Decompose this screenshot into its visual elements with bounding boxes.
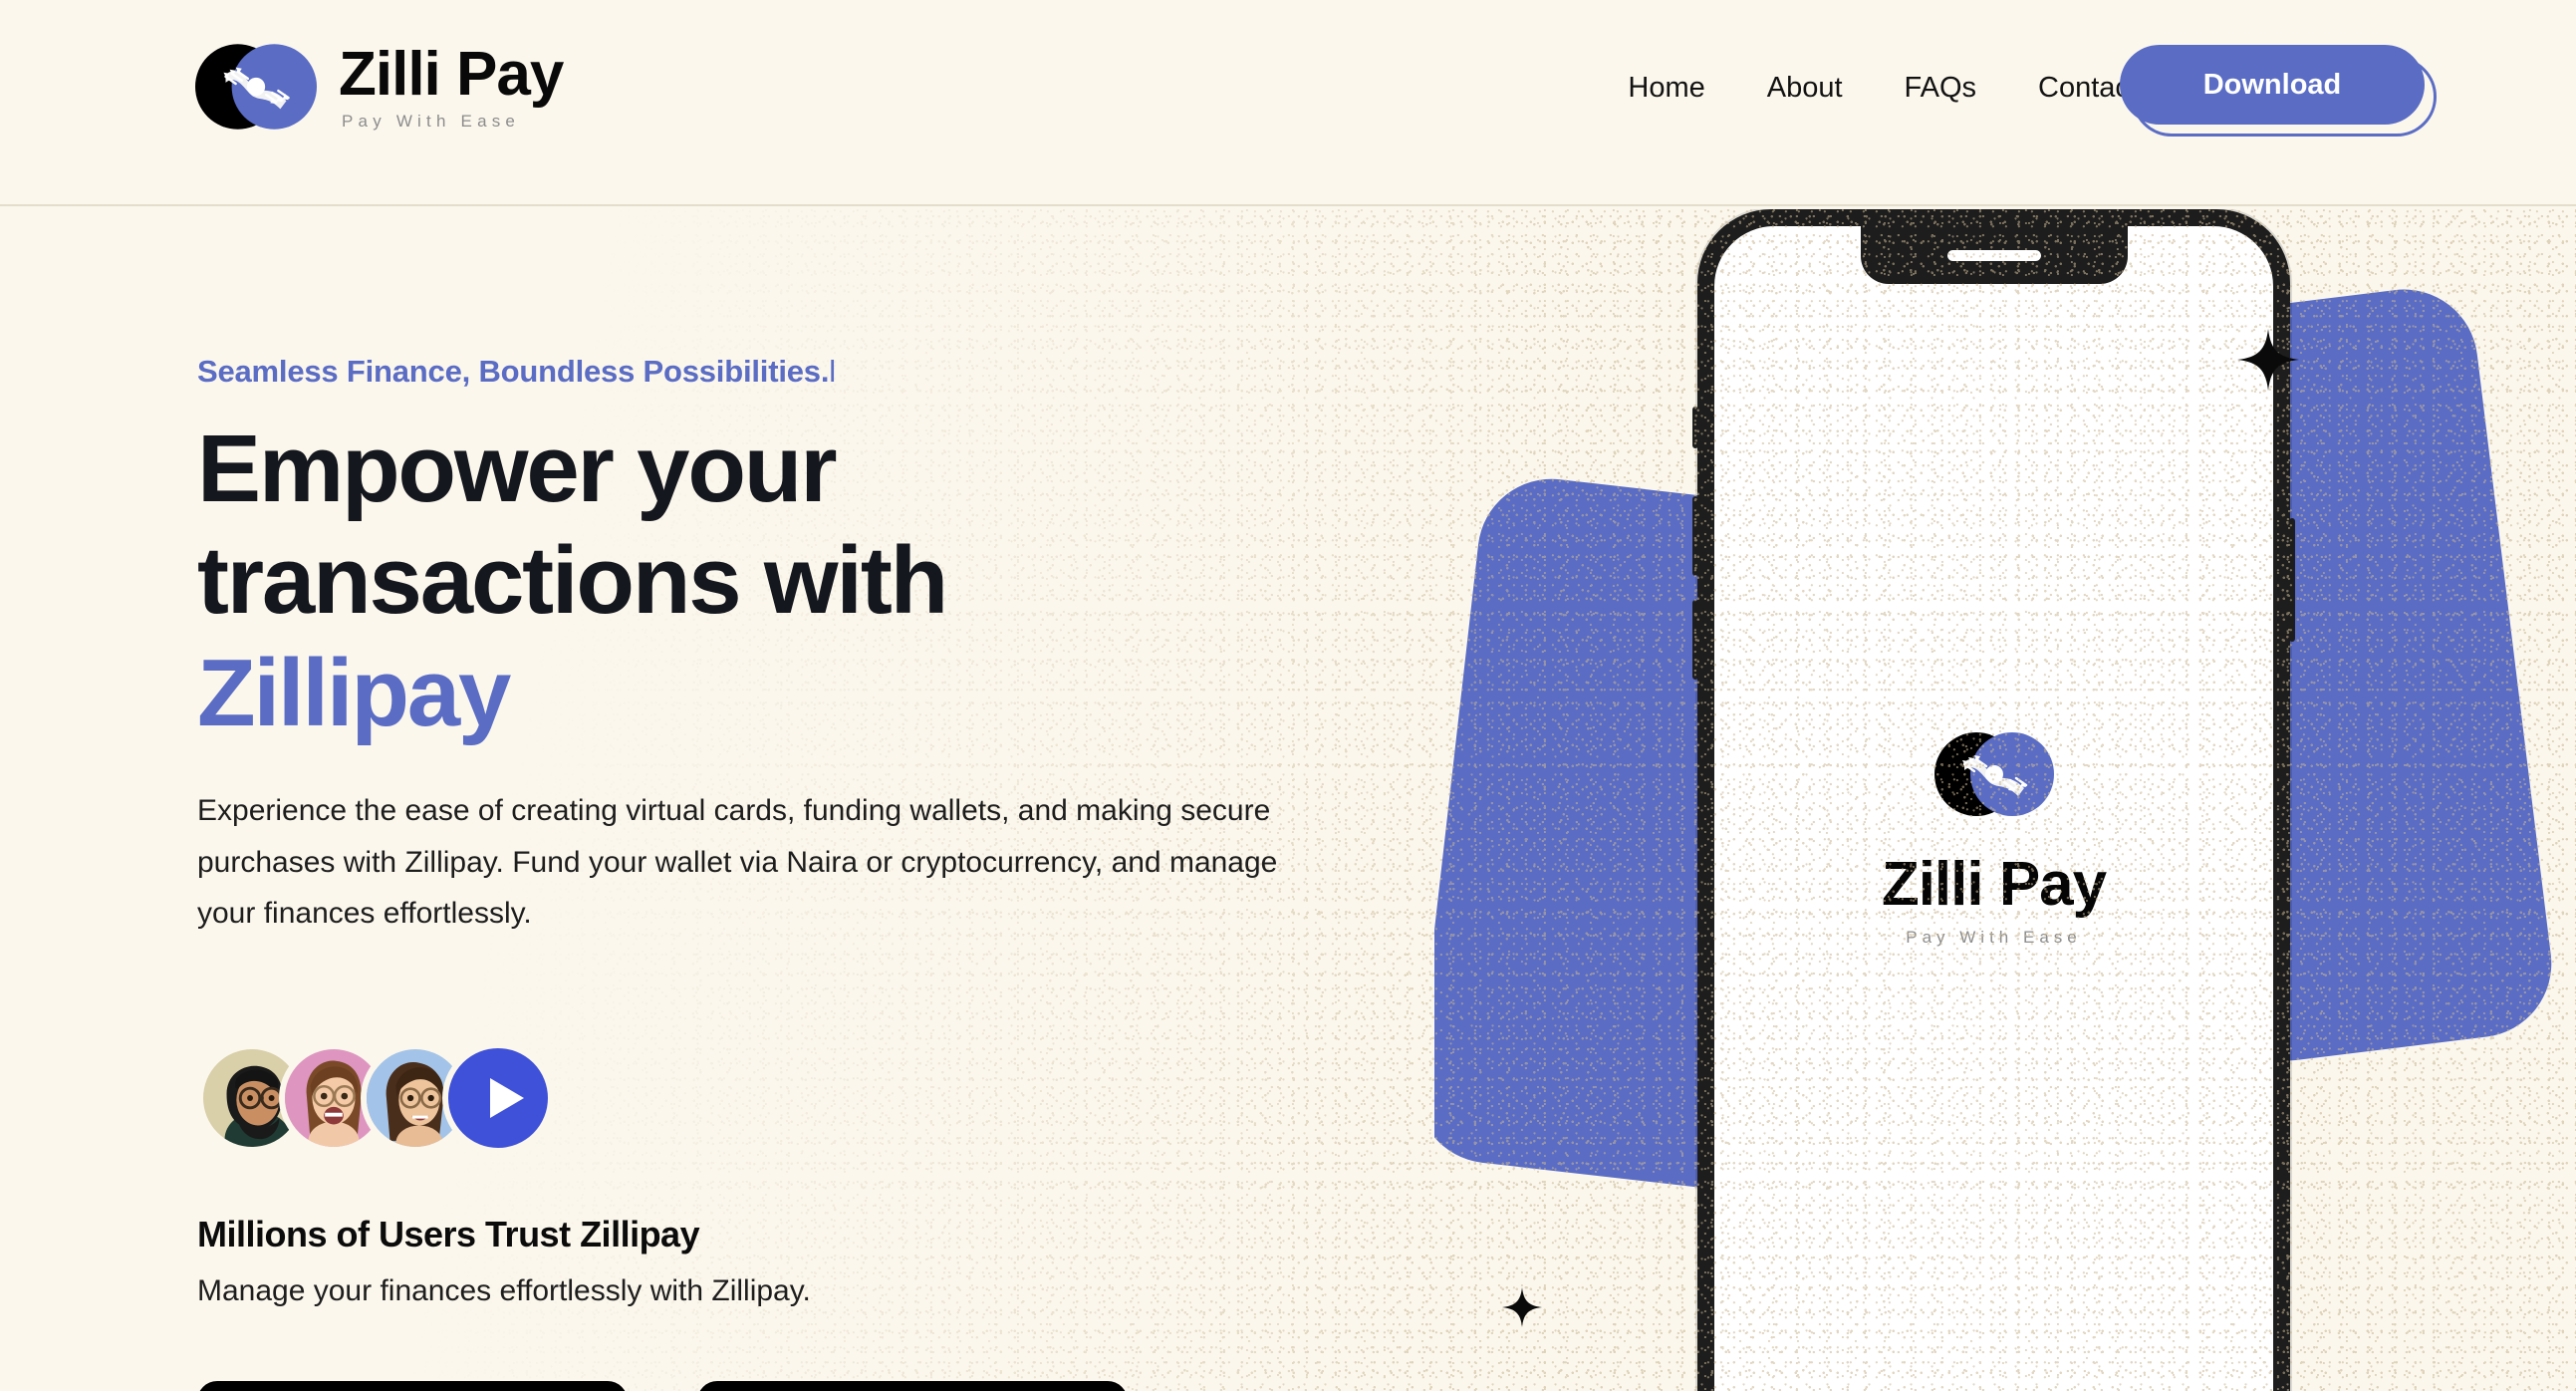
brand-text-group: Zilli Pay Pay With Ease xyxy=(339,39,564,132)
brand-name: Zilli Pay xyxy=(339,39,564,109)
play-video-button[interactable] xyxy=(442,1042,554,1154)
hero-visual: Zilli Pay Pay With Ease xyxy=(1434,209,2576,1391)
hero-eyebrow-text: Seamless Finance, Boundless Possibilitie… xyxy=(197,354,830,389)
nav-link-home[interactable]: Home xyxy=(1628,72,1704,105)
zillipay-logo-icon xyxy=(195,44,317,130)
hero-eyebrow: Seamless Finance, Boundless Possibilitie… xyxy=(197,354,1373,390)
app-store-badge[interactable] xyxy=(197,1381,628,1391)
brand-tagline: Pay With Ease xyxy=(342,112,521,132)
phone-power-button xyxy=(2289,518,2295,642)
sparkle-icon-top xyxy=(2237,329,2299,391)
site-header: Zilli Pay Pay With Ease Home About FAQs … xyxy=(0,0,2576,206)
nav-link-about[interactable]: About xyxy=(1767,72,1843,105)
phone-logo-tagline: Pay With Ease xyxy=(1906,928,2082,947)
hero-content: Seamless Finance, Boundless Possibilitie… xyxy=(197,354,1373,940)
trust-block: Millions of Users Trust Zillipay Manage … xyxy=(197,1214,811,1308)
zillipay-logo-icon xyxy=(1933,732,2054,816)
trust-title: Millions of Users Trust Zillipay xyxy=(197,1214,700,1254)
trust-subtitle: Manage your finances effortlessly with Z… xyxy=(197,1274,811,1307)
phone-volume-down-button xyxy=(1692,600,1698,680)
store-badges-row xyxy=(197,1381,1128,1391)
phone-speaker-grille xyxy=(1946,250,2041,261)
hero-description: Experience the ease of creating virtual … xyxy=(197,793,1278,931)
page-title: Empower your transactions with Zillipay xyxy=(197,414,1373,749)
main-navigation: Home About FAQs Contact xyxy=(1628,72,2138,105)
phone-volume-up-button xyxy=(1692,496,1698,576)
brand-logo[interactable]: Zilli Pay Pay With Ease xyxy=(195,26,564,147)
phone-mockup: Zilli Pay Pay With Ease xyxy=(1692,209,2295,1391)
phone-splash-logo: Zilli Pay Pay With Ease xyxy=(1830,714,2159,948)
phone-notch xyxy=(1860,226,2128,284)
phone-logo-name: Zilli Pay xyxy=(1881,850,2107,919)
sparkle-icon-bottom xyxy=(1502,1287,1542,1327)
google-play-badge[interactable] xyxy=(697,1381,1128,1391)
hero-title-line-1: Empower your xyxy=(197,416,838,522)
phone-screen: Zilli Pay Pay With Ease xyxy=(1714,226,2273,1391)
download-button[interactable]: Download xyxy=(2120,45,2425,125)
hero-title-line-2: transactions with xyxy=(197,527,948,635)
nav-link-faqs[interactable]: FAQs xyxy=(1905,72,1977,105)
phone-mute-button xyxy=(1692,407,1698,448)
typing-caret: l xyxy=(829,354,836,389)
hero-title-line-3: Zillipay xyxy=(197,639,511,746)
download-button-group: Download xyxy=(2120,45,2437,137)
social-proof-row xyxy=(197,1042,554,1154)
